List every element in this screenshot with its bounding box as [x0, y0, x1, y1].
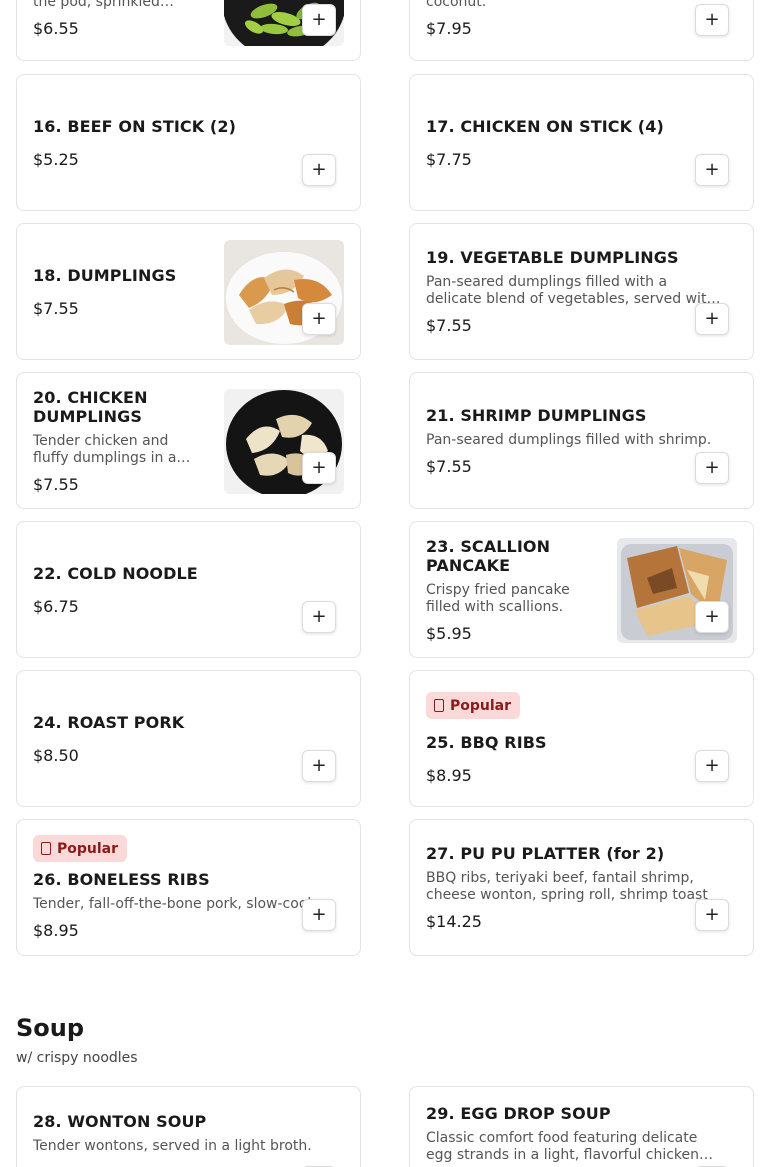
item-info: 28. WONTON SOUP Tender wontons, served i… [33, 1112, 333, 1167]
item-info: 17. CHICKEN ON STICK (4) $7.75 [426, 75, 726, 210]
item-description: Pan-seared dumplings filled with a delic… [426, 274, 716, 307]
add-to-cart-button[interactable]: + [695, 899, 729, 931]
menu-item-card-17[interactable]: 17. CHICKEN ON STICK (4) $7.75 + [409, 74, 754, 211]
item-info: 24. ROAST PORK $8.50 [33, 671, 333, 806]
item-description: BBQ ribs, teriyaki beef, fantail shrimp,… [426, 870, 708, 903]
item-description: Tender chicken and fluffy dumplings in a… [33, 432, 191, 466]
item-name: 28. WONTON SOUP [33, 1112, 207, 1131]
item-price: $6.55 [33, 19, 79, 38]
item-info: 20. CHICKEN DUMPLINGS Tender chicken and… [33, 373, 203, 508]
item-name: 22. COLD NOODLE [33, 563, 198, 583]
item-price: $7.75 [426, 149, 472, 169]
menu-item-card-29[interactable]: 29. EGG DROP SOUP Classic comfort food f… [409, 1086, 754, 1167]
menu-item-card-26[interactable]: Popular 26. BONELESS RIBS Tender, fall-o… [16, 819, 361, 956]
item-name: 27. PU PU PLATTER (for 2) [426, 844, 665, 863]
badge-label: Popular [57, 840, 119, 857]
menu-item-card-28[interactable]: 28. WONTON SOUP Tender wontons, served i… [16, 1086, 361, 1167]
item-name: 21. SHRIMP DUMPLINGS [426, 405, 647, 425]
item-info: 16. BEEF ON STICK (2) $5.25 [33, 75, 333, 210]
item-info: Popular 26. BONELESS RIBS Tender, fall-o… [33, 820, 323, 955]
item-info: coconut. $7.95 [426, 0, 726, 38]
section-title: Soup [16, 1014, 85, 1042]
item-name: 29. EGG DROP SOUP [426, 1104, 611, 1123]
item-name: 26. BONELESS RIBS [33, 870, 210, 889]
popular-badge: Popular [426, 692, 521, 719]
add-to-cart-button[interactable]: + [695, 303, 729, 335]
item-price: $8.50 [33, 745, 79, 765]
menu-item-card-27[interactable]: 27. PU PU PLATTER (for 2) BBQ ribs, teri… [409, 819, 754, 956]
item-price: $5.95 [426, 623, 472, 643]
menu-item-card-19[interactable]: 19. VEGETABLE DUMPLINGS Pan-seared dumpl… [409, 223, 754, 360]
item-name: 17. CHICKEN ON STICK (4) [426, 116, 664, 136]
item-description: Tender wontons, served in a light broth. [33, 1138, 312, 1154]
item-name: 20. CHICKEN DUMPLINGS [33, 387, 148, 426]
item-price: $5.25 [33, 149, 79, 169]
badge-label: Popular [450, 697, 512, 714]
menu-item-card-21[interactable]: 21. SHRIMP DUMPLINGS Pan-seared dumpling… [409, 372, 754, 509]
item-name: 16. BEEF ON STICK (2) [33, 116, 236, 136]
add-to-cart-button[interactable]: + [695, 452, 729, 484]
menu-item-card-20[interactable]: 20. CHICKEN DUMPLINGS Tender chicken and… [16, 372, 361, 509]
popular-badge: Popular [33, 835, 128, 862]
add-to-cart-button[interactable]: + [695, 154, 729, 186]
item-price: $7.55 [33, 474, 79, 494]
add-to-cart-button[interactable]: + [695, 750, 729, 782]
item-price: $8.95 [426, 766, 472, 785]
item-description: coconut. [426, 0, 487, 10]
add-to-cart-button[interactable]: + [302, 750, 336, 782]
item-price: $7.55 [426, 456, 472, 476]
item-price: $6.75 [33, 596, 79, 616]
add-to-cart-button[interactable]: + [302, 303, 336, 335]
item-description: Classic comfort food featuring delicate … [426, 1130, 700, 1163]
item-price: $8.95 [33, 921, 79, 940]
add-to-cart-button[interactable]: + [695, 601, 729, 633]
add-to-cart-button[interactable]: + [302, 452, 336, 484]
menu-item-card-23[interactable]: 23. SCALLION PANCAKE Crispy fried pancak… [409, 521, 754, 658]
item-info: 19. VEGETABLE DUMPLINGS Pan-seared dumpl… [426, 224, 726, 359]
item-info: 18. DUMPLINGS $7.55 [33, 224, 208, 359]
menu-item-card-18[interactable]: 18. DUMPLINGS $7.55 + [16, 223, 361, 360]
menu-item-card-22[interactable]: 22. COLD NOODLE $6.75 + [16, 521, 361, 658]
item-description: Crispy fried pancake filled with scallio… [426, 581, 570, 615]
item-description: Pan-seared dumplings filled with shrimp. [426, 431, 712, 448]
menu-item-card-coconut[interactable]: coconut. $7.95 + [409, 0, 754, 61]
menu-item-card-25[interactable]: Popular 25. BBQ RIBS $8.95 + [409, 670, 754, 807]
section-subtitle: w/ crispy noodles [16, 1050, 138, 1066]
item-price: $7.55 [33, 298, 79, 318]
menu-item-card-16[interactable]: 16. BEEF ON STICK (2) $5.25 + [16, 74, 361, 211]
add-to-cart-button[interactable]: + [302, 899, 336, 931]
item-info: 21. SHRIMP DUMPLINGS Pan-seared dumpling… [426, 373, 726, 508]
item-info: the pod, sprinkled… $6.55 [33, 0, 208, 38]
item-name: 23. SCALLION PANCAKE [426, 536, 551, 575]
add-to-cart-button[interactable]: + [302, 601, 336, 633]
item-price: $7.95 [426, 19, 472, 38]
add-to-cart-button[interactable]: + [302, 154, 336, 186]
add-to-cart-button[interactable]: + [695, 4, 729, 36]
item-price: $7.55 [426, 316, 472, 335]
popular-icon [434, 699, 444, 712]
item-name: 18. DUMPLINGS [33, 265, 177, 285]
item-price: $14.25 [426, 912, 482, 931]
item-info: 29. EGG DROP SOUP Classic comfort food f… [426, 1104, 726, 1167]
menu-item-card-24[interactable]: 24. ROAST PORK $8.50 + [16, 670, 361, 807]
item-name: 25. BBQ RIBS [426, 733, 547, 752]
item-info: 27. PU PU PLATTER (for 2) BBQ ribs, teri… [426, 820, 726, 955]
popular-icon [41, 842, 51, 855]
item-description: the pod, sprinkled… [33, 0, 174, 10]
item-name: 19. VEGETABLE DUMPLINGS [426, 248, 679, 267]
item-description: Tender, fall-off-the-bone pork, slow-coo… [33, 896, 323, 912]
item-info: 23. SCALLION PANCAKE Crispy fried pancak… [426, 522, 596, 657]
item-name: 24. ROAST PORK [33, 712, 185, 732]
menu-item-card-edamame[interactable]: the pod, sprinkled… $6.55 + [16, 0, 361, 61]
add-to-cart-button[interactable]: + [302, 4, 336, 36]
item-info: 22. COLD NOODLE $6.75 [33, 522, 333, 657]
item-info: Popular 25. BBQ RIBS $8.95 [426, 671, 726, 806]
